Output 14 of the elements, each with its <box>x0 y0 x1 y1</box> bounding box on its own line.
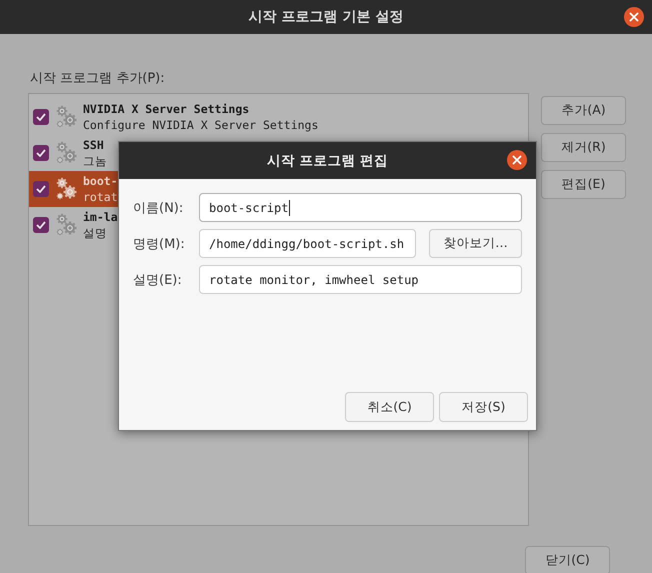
list-label: 시작 프로그램 추가(P): <box>30 70 165 87</box>
program-description: 그놈 <box>83 153 107 169</box>
field-label: 명령(M): <box>133 236 186 252</box>
program-description: rotat <box>83 189 118 205</box>
program-description: 설명 <box>83 225 108 241</box>
program-name: im-la <box>83 209 118 225</box>
program-name: boot- <box>83 173 118 189</box>
window-title: 시작 프로그램 기본 설정 <box>248 8 404 26</box>
dialog-title: 시작 프로그램 편집 <box>266 152 388 170</box>
field-label: 설명(E): <box>133 272 183 288</box>
program-name: NVIDIA X Server Settings <box>83 101 250 117</box>
program-description: Configure NVIDIA X Server Settings <box>83 117 318 133</box>
field-label: 이름(N): <box>133 200 184 216</box>
program-name: SSH <box>83 137 105 153</box>
